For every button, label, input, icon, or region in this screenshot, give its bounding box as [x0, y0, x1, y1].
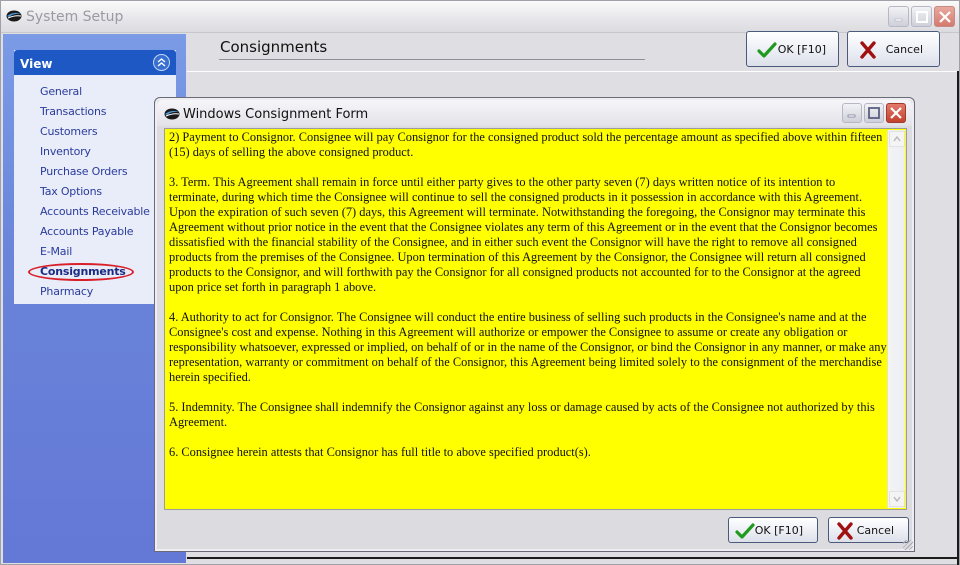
sidebar-item-accounts-receivable[interactable]: Accounts Receivable [14, 202, 176, 222]
ok-button[interactable]: OK [F10] [746, 31, 839, 67]
sidebar-item-inventory[interactable]: Inventory [14, 142, 176, 162]
resize-grip[interactable] [903, 540, 913, 550]
maximize-icon [868, 107, 880, 119]
close-button[interactable] [934, 6, 955, 27]
agreement-text-area[interactable]: 2) Payment to Consignor. Consignee will … [164, 128, 907, 510]
collapse-button[interactable] [153, 54, 170, 71]
sidebar-item-accounts-payable[interactable]: Accounts Payable [14, 222, 176, 242]
double-chevron-up-icon [157, 58, 166, 67]
sidebar-item-label: Transactions [40, 105, 107, 118]
sidebar-item-transactions[interactable]: Transactions [14, 102, 176, 122]
view-panel-title: View [20, 57, 53, 71]
scroll-up-button[interactable] [889, 131, 905, 147]
x-icon [860, 41, 876, 59]
dialog-cancel-label: Cancel [856, 523, 894, 537]
dialog-minimize-button[interactable] [842, 103, 862, 123]
view-panel: View General Transactions Customers Inve… [14, 50, 176, 304]
dialog-cancel-button[interactable]: Cancel [828, 517, 909, 543]
sidebar-item-label: Tax Options [40, 185, 102, 198]
minimize-button[interactable] [888, 6, 909, 27]
sidebar-item-email[interactable]: E-Mail [14, 242, 176, 262]
sidebar-item-consignments[interactable]: Consignments [14, 262, 176, 282]
sidebar-item-label: E-Mail [40, 245, 73, 258]
maximize-button[interactable] [911, 6, 932, 27]
scroll-down-button[interactable] [889, 491, 905, 507]
sidebar-item-label: Pharmacy [40, 285, 94, 298]
cancel-button[interactable]: Cancel [847, 31, 940, 67]
highlight-ring [28, 263, 134, 281]
x-icon [837, 522, 853, 540]
sidebar-item-pharmacy[interactable]: Pharmacy [14, 282, 176, 302]
chevron-up-icon [893, 136, 901, 142]
minimize-icon [894, 18, 902, 21]
vertical-scrollbar[interactable] [887, 130, 905, 508]
paragraph-payment: 2) Payment to Consignor. Consignee will … [169, 130, 883, 159]
sidebar-item-label: Accounts Payable [40, 225, 134, 238]
paragraph-term: 3. Term. This Agreement shall remain in … [169, 175, 878, 294]
dialog-ok-button[interactable]: OK [F10] [728, 517, 818, 543]
sidebar-nav: General Transactions Customers Inventory… [14, 75, 176, 302]
app-logo-icon [164, 108, 180, 120]
sidebar-item-label: Purchase Orders [40, 165, 128, 178]
sidebar-item-label: Customers [40, 125, 98, 138]
close-icon [890, 107, 902, 119]
paragraph-authority: 4. Authority to act for Consignor. The C… [169, 310, 887, 384]
content-frame-edge [187, 557, 959, 559]
checkmark-icon [757, 42, 777, 58]
maximize-icon [915, 10, 928, 23]
agreement-text: 2) Payment to Consignor. Consignee will … [169, 130, 887, 475]
sidebar-item-label: General [40, 85, 82, 98]
window-title: System Setup [26, 9, 124, 25]
checkmark-icon [735, 523, 755, 539]
content-frame-edge [957, 71, 959, 565]
title-bar: System Setup [1, 1, 959, 33]
app-logo-icon [6, 10, 22, 22]
dialog-title-bar[interactable]: Windows Consignment Form [157, 100, 912, 126]
dialog-title: Windows Consignment Form [183, 107, 369, 122]
paragraph-indemnity: 5. Indemnity. The Consignee shall indemn… [169, 400, 875, 429]
minimize-icon [847, 114, 856, 118]
dialog-close-button[interactable] [886, 103, 906, 123]
cancel-button-label: Cancel [885, 42, 923, 56]
sidebar-item-tax-options[interactable]: Tax Options [14, 182, 176, 202]
sidebar-item-purchase-orders[interactable]: Purchase Orders [14, 162, 176, 182]
page-title: Consignments [220, 38, 328, 56]
dialog-maximize-button[interactable] [864, 103, 884, 123]
sidebar-item-general[interactable]: General [14, 82, 176, 102]
header-separator [187, 71, 959, 72]
sidebar-item-customers[interactable]: Customers [14, 122, 176, 142]
chevron-down-icon [893, 496, 901, 502]
sidebar-item-label: Accounts Receivable [40, 205, 150, 218]
consignment-form-dialog: Windows Consignment Form 2) Payment to C… [154, 97, 915, 552]
ok-button-label: OK [F10] [777, 42, 826, 56]
view-panel-header[interactable]: View [14, 50, 176, 75]
title-underline [219, 59, 645, 60]
paragraph-title: 6. Consignee herein attests that Consign… [169, 445, 591, 459]
system-setup-window: System Setup View General Transactions C… [0, 0, 960, 565]
dialog-ok-label: OK [F10] [754, 523, 803, 537]
sidebar-item-label: Inventory [40, 145, 91, 158]
close-icon [938, 10, 951, 23]
